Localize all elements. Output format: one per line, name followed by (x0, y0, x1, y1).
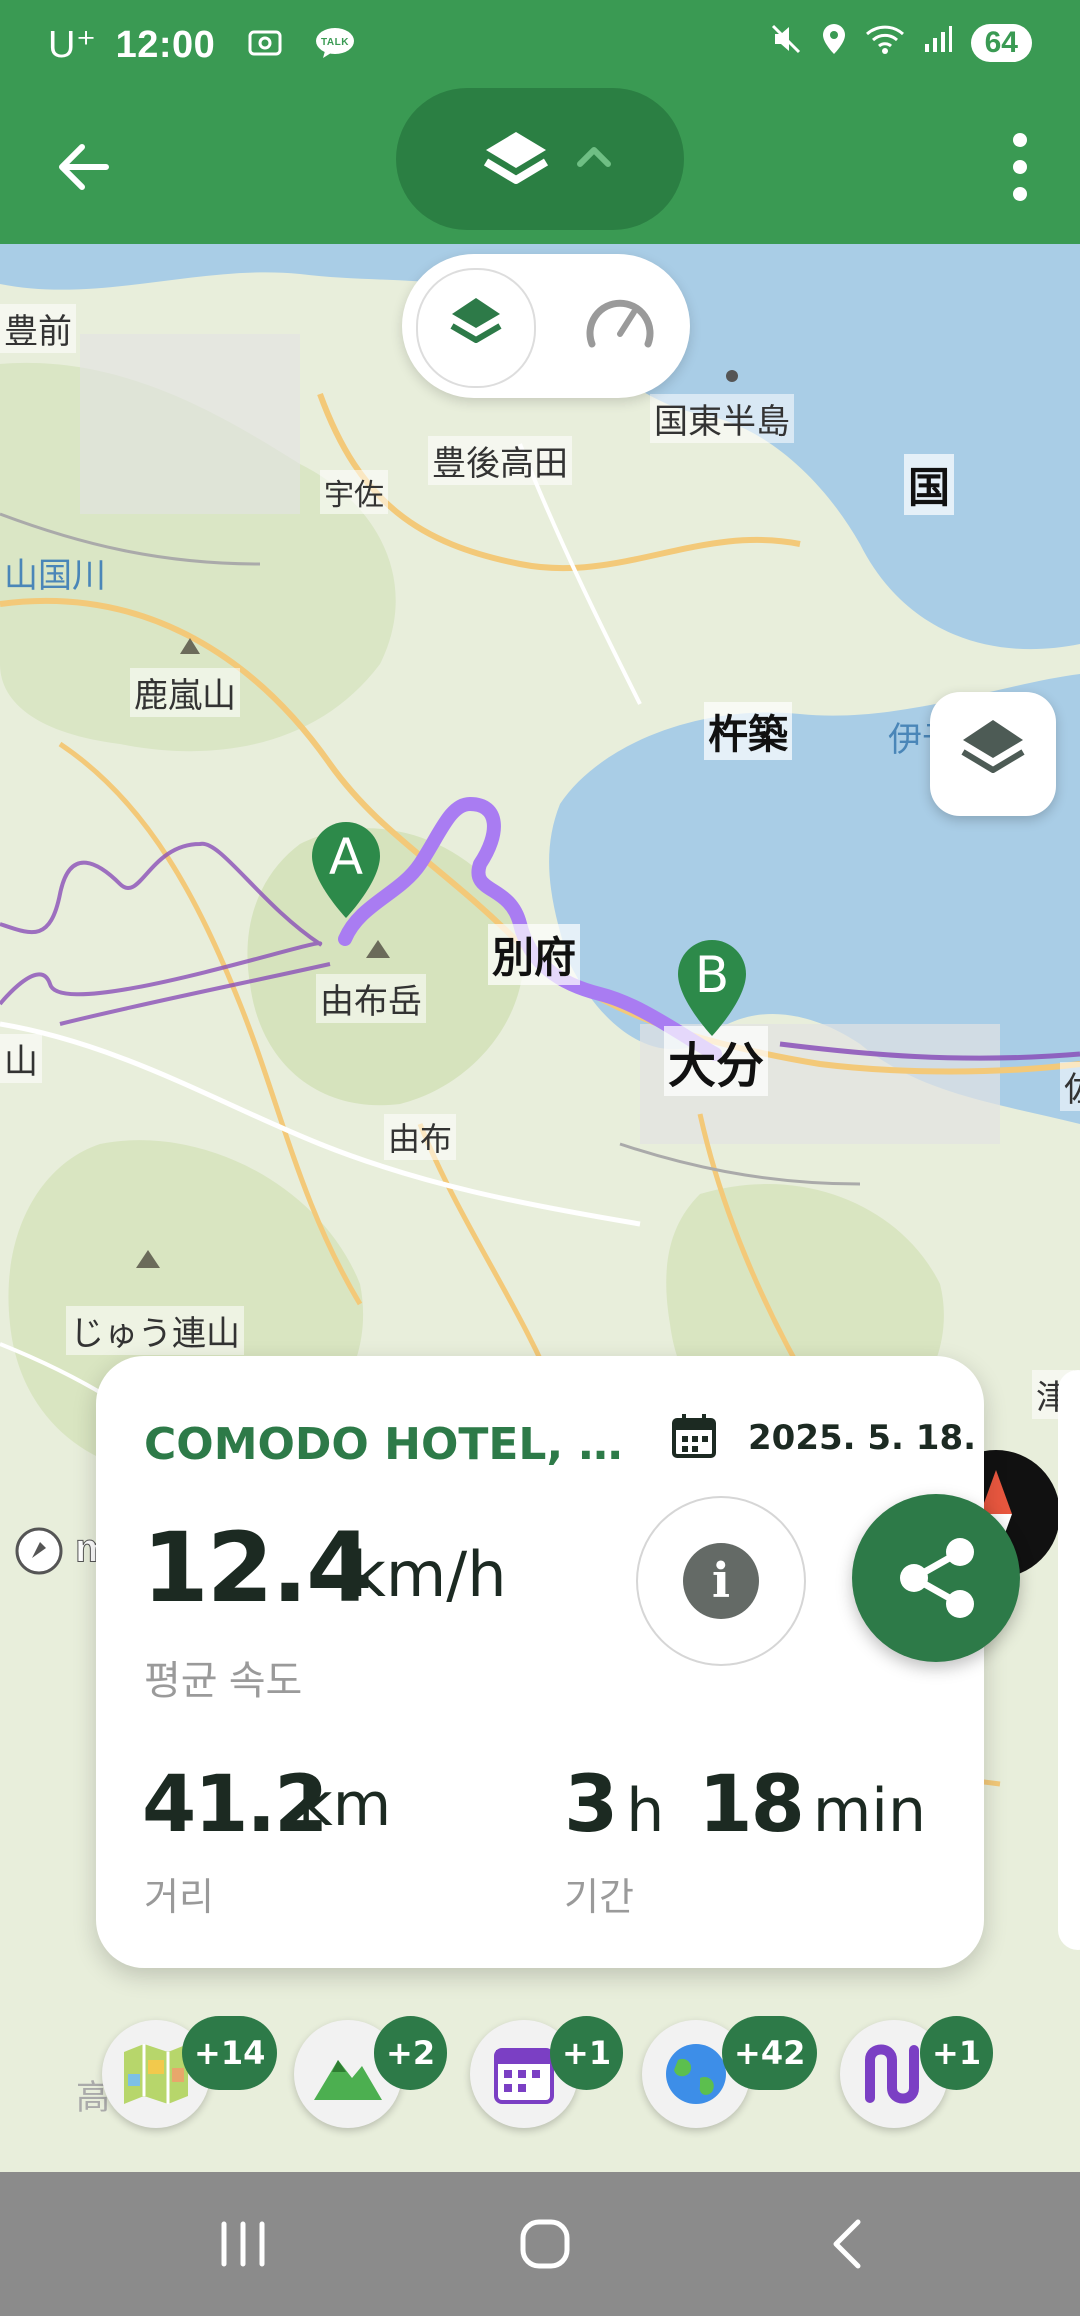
badge-count: +2 (374, 2016, 448, 2090)
route-info-button[interactable]: i (636, 1496, 806, 1666)
distance-unit: km (298, 1770, 392, 1840)
map-label-kitsuki: 杵築 (704, 702, 792, 760)
segment-speedometer[interactable] (562, 268, 678, 384)
route-date: 2025. 5. 18. (748, 1418, 977, 1458)
home-button[interactable] (500, 2206, 590, 2282)
route-title: COMODO HOTEL, 大分... (144, 1419, 624, 1470)
wifi-icon (865, 22, 905, 64)
avg-speed-value: 12.4 (142, 1512, 373, 1624)
layers-chevron-icon (483, 132, 611, 184)
start-marker-label: A (328, 828, 364, 886)
mapbox-logo-icon (15, 1527, 63, 1575)
route-badge[interactable]: +1 (840, 2016, 994, 2128)
next-card-peek[interactable] (1058, 1370, 1080, 1950)
map-label-yamakuni-river: 山国川 (4, 557, 106, 595)
status-right: 64 (769, 22, 1032, 64)
carrier-label: U⁺ (48, 24, 97, 66)
map-label-yama: 山 (0, 1034, 42, 1083)
map-label-kunisaki: 国東半島 (650, 394, 794, 443)
badge-count: +42 (722, 2016, 818, 2090)
system-back-button[interactable] (802, 2206, 892, 2282)
speedometer-icon (586, 299, 654, 348)
recent-apps-button[interactable] (198, 2206, 288, 2282)
layers-icon (961, 720, 1025, 773)
globe-badge[interactable]: +42 (642, 2016, 818, 2128)
recents-icon (221, 2221, 265, 2267)
map-label-sa: 佐 (1060, 1062, 1080, 1111)
map-label-kuni: 国 (904, 454, 955, 515)
home-icon (520, 2219, 570, 2269)
back-button[interactable] (50, 132, 120, 202)
layers-icon (450, 298, 502, 343)
status-left: U⁺ 12:00 TALK (48, 22, 355, 67)
more-vertical-icon (1013, 133, 1027, 201)
talk-text: TALK (321, 37, 349, 48)
battery-indicator: 64 (970, 24, 1032, 62)
end-marker-label: B (694, 946, 730, 1004)
calendar-icon (672, 1414, 716, 1458)
map-label-buzen: 豊前 (0, 304, 76, 353)
duration-value: 3 h 18 min (564, 1760, 960, 1850)
duration-minutes-unit: min (812, 1776, 927, 1846)
map-label-renzan: じゅう連山 (66, 1306, 244, 1355)
duration-hours-unit: h (626, 1776, 665, 1846)
avg-speed-unit: km/h (350, 1538, 507, 1611)
duration-hours: 3 (564, 1760, 618, 1850)
route-end-marker[interactable]: B (676, 938, 748, 1038)
system-navigation-bar (0, 2172, 1080, 2316)
back-arrow-icon (59, 144, 109, 190)
map-label-beppu: 別府 (488, 924, 581, 985)
map-mode-toggle[interactable] (396, 88, 684, 230)
chevron-left-icon (833, 2219, 861, 2269)
mountain-badge[interactable]: +2 (294, 2016, 448, 2128)
segment-layers[interactable] (416, 268, 536, 388)
share-icon (900, 1538, 974, 1618)
screenshot-icon (248, 28, 282, 66)
distance-label: 거리 (144, 1877, 214, 1919)
duration-label: 기간 (564, 1877, 634, 1919)
status-bar: U⁺ 12:00 TALK 64 (0, 0, 1080, 96)
map-label-usa: 宇佐 (320, 470, 388, 514)
achievement-badges: +14 +2 +1 +42 +1 (0, 2010, 1080, 2130)
signal-icon (923, 24, 953, 62)
badge-count: +1 (920, 2016, 994, 2090)
map-label-karasuyama: 鹿嵐山 (130, 668, 240, 717)
map-badge[interactable]: +14 (102, 2016, 278, 2128)
info-icon: i (683, 1543, 759, 1619)
map-layers-button[interactable] (930, 692, 1056, 816)
route-start-marker[interactable]: A (310, 820, 382, 920)
calendar-badge[interactable]: +1 (470, 2016, 624, 2128)
badge-count: +1 (550, 2016, 624, 2090)
location-icon (821, 22, 847, 64)
kakaotalk-icon: TALK (315, 27, 355, 67)
map-label-yufudake: 由布岳 (316, 974, 426, 1023)
clock: 12:00 (115, 24, 216, 66)
mute-icon (769, 22, 803, 64)
share-button[interactable] (852, 1494, 1020, 1662)
map-style-segmented-control (402, 254, 690, 398)
duration-minutes: 18 (698, 1760, 805, 1850)
avg-speed-label: 평균 속도 (144, 1659, 303, 1703)
map-label-bungo-takada: 豊後高田 (428, 436, 572, 485)
route-summary-card[interactable]: COMODO HOTEL, 大分... 2025. 5. 18. 12.4 km… (96, 1356, 984, 1968)
badge-count: +14 (182, 2016, 278, 2090)
map-label-yufu: 由布 (384, 1114, 457, 1160)
more-options-button[interactable] (990, 126, 1050, 208)
